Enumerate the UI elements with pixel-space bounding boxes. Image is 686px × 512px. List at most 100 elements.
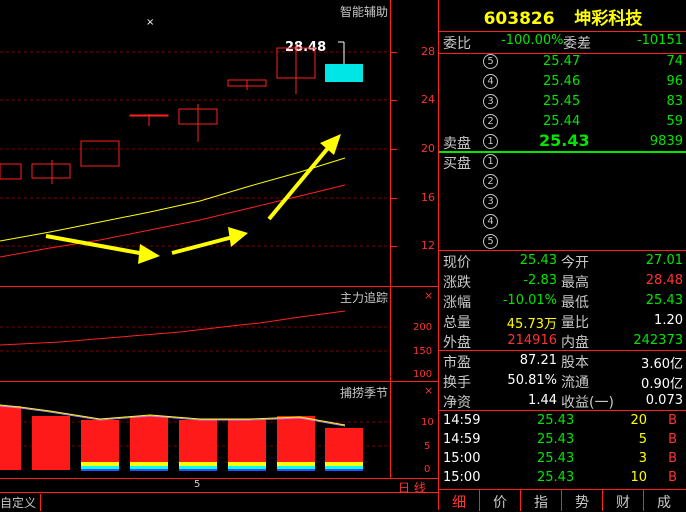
bid-level: 1: [483, 154, 498, 169]
tick-row: 14:59 25.43 5 B: [439, 432, 686, 452]
axis-tick: 10: [421, 417, 434, 428]
tab-volume[interactable]: 成: [649, 492, 679, 512]
tick-time: 14:59: [443, 432, 481, 447]
tab-price[interactable]: 价: [485, 492, 515, 512]
axis-tick: 16: [421, 191, 435, 204]
stat-label: 今开: [561, 255, 589, 271]
stat-label: 最低: [561, 295, 589, 311]
ma-red: [0, 184, 346, 258]
stat-value: 25.43: [645, 293, 683, 308]
stat-value: 1.20: [654, 313, 683, 328]
tick-row: 15:00 25.43 10 B: [439, 470, 686, 490]
axis-tick: 150: [413, 346, 433, 357]
stat-label: 最高: [561, 275, 589, 291]
quote-tabs: 细 价 指 势 财 成: [438, 489, 686, 511]
stat-value: 87.21: [519, 353, 557, 368]
ask-row: 3 25.45 83: [439, 92, 686, 112]
stat-row: 涨幅 -10.01% 最低 25.43: [439, 292, 686, 312]
axis-tick: 20: [421, 142, 435, 155]
stat-value: 242373: [633, 333, 683, 348]
axis-tick: 200: [413, 322, 433, 333]
ask-row-best: 卖盘 1 25.43 9839: [443, 131, 683, 152]
tick-price: 25.43: [537, 432, 575, 447]
ask-volume: 9839: [649, 134, 683, 149]
axis-tick: 28: [421, 45, 435, 58]
tab-detail[interactable]: 细: [444, 492, 474, 512]
bid-row: 2: [439, 172, 686, 192]
ask-row: 5 25.47 74: [439, 52, 686, 72]
stat-label: 流通: [561, 375, 589, 391]
close-icon[interactable]: ×: [424, 289, 433, 302]
indicator-panel-fishing[interactable]: 捕捞季节: [0, 382, 390, 478]
kline-plot: [0, 41, 390, 264]
stat-row: 净资 1.44 收益(一) 0.073: [439, 392, 686, 412]
weibi-value: -100.00%: [501, 33, 564, 48]
tick-price: 25.43: [537, 470, 575, 485]
indicator-panel-main-force[interactable]: 主力追踪: [0, 287, 390, 381]
bid-level: 3: [483, 194, 498, 209]
stat-label: 内盘: [561, 335, 589, 351]
custom-button[interactable]: 自定义: [0, 494, 42, 511]
tick-volume: 10: [630, 470, 647, 485]
candle: [0, 163, 22, 180]
stock-name: 坤彩科技: [574, 9, 643, 29]
tab-index[interactable]: 指: [526, 492, 556, 512]
stat-label: 涨幅: [443, 295, 471, 311]
weicha-value: -10151: [636, 33, 683, 48]
ask-price: 25.47: [543, 54, 581, 69]
main-chart[interactable]: 智能辅助 × 28.48: [0, 0, 390, 286]
stat-row: 市盈 87.21 股本 3.60亿: [439, 352, 686, 372]
ask-row: 4 25.46 96: [439, 72, 686, 92]
ask-price: 25.44: [543, 114, 581, 129]
tick-volume: 20: [630, 413, 647, 428]
bid-level: 5: [483, 234, 498, 249]
axis-tick: 24: [421, 93, 435, 106]
bid-row: 5: [439, 232, 686, 252]
tick-side: B: [668, 432, 677, 447]
stat-value: 50.81%: [507, 373, 557, 388]
stat-value: 25.43: [519, 253, 557, 268]
stat-value: 3.60亿: [641, 357, 683, 372]
price-axis: 28 24 20 16 12: [390, 0, 439, 286]
axis-tick: 12: [421, 239, 435, 252]
stat-row: 外盘 214916 内盘 242373: [439, 332, 686, 352]
tab-finance[interactable]: 财: [608, 492, 638, 512]
stat-label: 涨跌: [443, 275, 471, 291]
weicha-label: 委差: [563, 36, 591, 52]
ask-price: 25.45: [543, 94, 581, 109]
indicator-axis: × 200 150 100: [390, 287, 439, 381]
stat-row: 现价 25.43 今开 27.01: [439, 252, 686, 272]
stat-value: 0.073: [645, 393, 683, 408]
bid-row: 3: [439, 192, 686, 212]
stat-row: 总量 45.73万 量比 1.20: [439, 312, 686, 332]
stat-value: -10.01%: [502, 293, 557, 308]
tick-volume: 3: [638, 451, 647, 466]
ask-price: 25.43: [539, 131, 590, 150]
bid-row: 买盘 1: [439, 152, 686, 172]
ask-volume: 59: [666, 114, 683, 129]
tick-row: 14:59 25.43 20 B: [439, 413, 686, 433]
stat-value: 0.90亿: [641, 377, 683, 392]
stock-code: 603826: [483, 9, 555, 29]
stat-row: 换手 50.81% 流通 0.90亿: [439, 372, 686, 392]
stat-value: 1.44: [528, 393, 557, 408]
indicator-axis: × 10 5 0: [390, 382, 439, 478]
stat-label: 股本: [561, 355, 589, 371]
period-button[interactable]: 日 线: [398, 479, 426, 496]
last-candle: [325, 64, 363, 82]
stat-label: 外盘: [443, 335, 471, 351]
fishing-plot: [0, 404, 390, 471]
tick-side: B: [668, 451, 677, 466]
time-axis: 5: [0, 478, 438, 493]
sell-label: 卖盘: [443, 136, 471, 152]
buy-label: 买盘: [443, 156, 471, 172]
tab-trend[interactable]: 势: [567, 492, 597, 512]
stat-label: 换手: [443, 375, 471, 391]
tick-side: B: [668, 413, 677, 428]
close-icon[interactable]: ×: [424, 384, 433, 397]
stat-label: 净资: [443, 395, 471, 411]
main-force-plot: [0, 310, 390, 352]
axis-tick: 5: [424, 441, 431, 452]
weibi-row: 委比 -100.00% 委差 -10151: [439, 33, 686, 53]
stat-value: 28.48: [645, 273, 683, 288]
